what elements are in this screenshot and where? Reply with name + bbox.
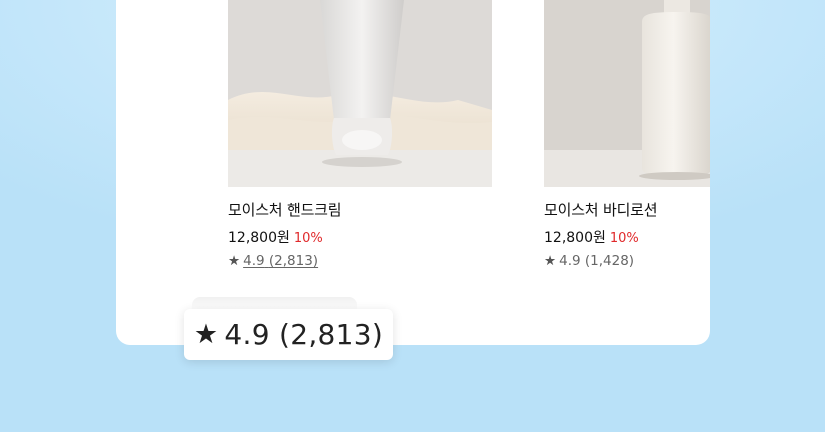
product-name[interactable]: 모이스처 바디로션 (544, 199, 710, 220)
price-line: 12,800원 10% (544, 227, 710, 247)
star-icon: ★ (193, 319, 219, 350)
rating-line[interactable]: ★ 4.9 (1,428) (544, 253, 710, 269)
hand-cream-image (228, 0, 492, 187)
product-name[interactable]: 모이스처 핸드크림 (228, 199, 492, 220)
tooltip-rating: 4.9 (224, 318, 270, 351)
rating-value: 4.9 (243, 253, 265, 269)
price-line: 12,800원 10% (228, 227, 492, 247)
discount-badge: 10% (293, 231, 323, 246)
product-card-panel: 모이스처 핸드크림 12,800원 10% ★ 4.9 (2,813) 모이스처… (116, 0, 710, 345)
product-price: 12,800원 (544, 230, 606, 246)
product-item-body-lotion[interactable]: 모이스처 바디로션 12,800원 10% ★ 4.9 (1,428) (544, 0, 710, 269)
star-icon: ★ (544, 253, 557, 269)
rating-line[interactable]: ★ 4.9 (2,813) (228, 253, 492, 269)
body-lotion-image (544, 0, 710, 187)
review-count: (1,428) (584, 253, 635, 269)
product-image-hand-cream[interactable] (228, 0, 492, 187)
star-icon: ★ (228, 253, 241, 269)
rating-tooltip: ★ 4.9 (2,813) (184, 309, 393, 360)
tooltip-reviews: (2,813) (279, 318, 384, 351)
rating-value: 4.9 (559, 253, 581, 269)
rating-link[interactable]: 4.9 (2,813) (243, 253, 318, 269)
discount-badge: 10% (609, 231, 639, 246)
product-image-body-lotion[interactable] (544, 0, 710, 187)
product-item-hand-cream[interactable]: 모이스처 핸드크림 12,800원 10% ★ 4.9 (2,813) (228, 0, 492, 269)
product-price: 12,800원 (228, 230, 290, 246)
review-count: (2,813) (268, 253, 319, 269)
